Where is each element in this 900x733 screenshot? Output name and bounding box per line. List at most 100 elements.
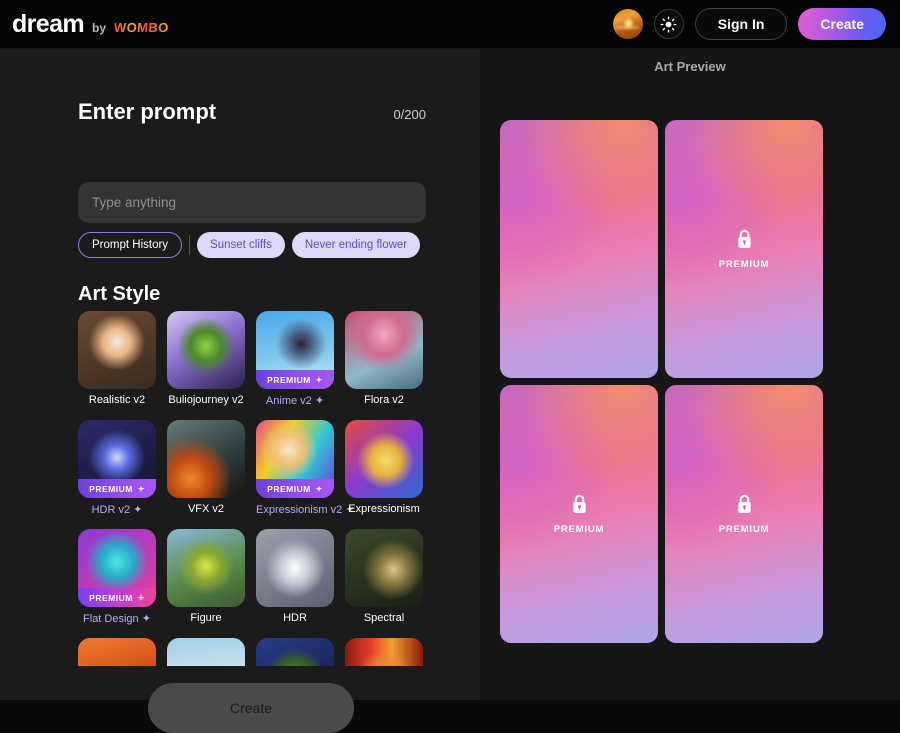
suggestion-chip-list: Sunset cliffsNever ending flowerFire and… (197, 231, 426, 258)
art-preview-card[interactable]: PREMIUM (500, 385, 658, 643)
cartoon-figure-thumbnail (167, 529, 245, 607)
create-button[interactable]: Create (148, 683, 354, 733)
art-style-label: VFX v2 (187, 503, 225, 515)
art-style-grid: Realistic v2 Buliojourney v2 PREMIUM Anime … (78, 311, 426, 666)
header-create-button[interactable]: Create (798, 8, 886, 40)
art-style-item[interactable]: Expressionism (345, 420, 423, 516)
prompt-history-chip[interactable]: Prompt History (78, 231, 183, 258)
premium-badge: PREMIUM (78, 588, 156, 607)
premium-lock-overlay: PREMIUM (665, 493, 823, 535)
art-style-label: Flat Design ✦ (83, 613, 151, 625)
premium-lock-label: PREMIUM (553, 524, 605, 535)
orange-desert-thumbnail (78, 638, 156, 666)
blue-yeti-thumbnail: PREMIUM (78, 529, 156, 607)
premium-badge-label: PREMIUM (267, 483, 311, 494)
sign-in-button[interactable]: Sign In (694, 8, 788, 40)
premium-badge: PREMIUM (256, 479, 334, 498)
art-style-item[interactable] (78, 638, 156, 666)
premium-badge-label: PREMIUM (89, 483, 133, 494)
suggestion-chip[interactable]: Never ending flower (291, 231, 421, 258)
art-style-item[interactable]: HDR (256, 529, 334, 625)
prompt-title: Enter prompt (78, 99, 217, 124)
right-panel: Art Preview PREMIUM PREMIUM PREMIUM (480, 49, 900, 700)
premium-badge: PREMIUM (78, 479, 156, 498)
art-style-label: Figure (190, 612, 222, 624)
suggestion-chip[interactable]: Sunset cliffs (197, 231, 285, 258)
thumbnail-image (345, 311, 423, 389)
anime-girl-thumbnail: PREMIUM (256, 311, 334, 389)
premium-badge: PREMIUM (256, 370, 334, 389)
art-preview-card[interactable] (500, 120, 658, 378)
art-style-item[interactable]: Spectral (345, 529, 423, 625)
art-style-item[interactable] (345, 638, 423, 666)
art-style-item[interactable] (167, 638, 245, 666)
thumbnail-image (78, 311, 156, 389)
left-panel: Enter prompt 0/200 Prompt History Sunset… (0, 49, 480, 733)
prompt-input[interactable] (78, 182, 426, 223)
art-style-item[interactable]: PREMIUM HDR v2 ✦ (78, 420, 156, 516)
brand-logo[interactable]: dream by WOMBO (12, 10, 169, 39)
art-style-label: Anime v2 ✦ (265, 395, 325, 407)
prompt-character-counter: 0/200 (393, 107, 426, 122)
sparkle-icon (137, 593, 145, 601)
art-style-item[interactable] (256, 638, 334, 666)
thumbnail-image (345, 638, 423, 666)
app-header: dream by WOMBO Sign In Create (0, 0, 900, 49)
art-style-label: HDR v2 ✦ (91, 504, 143, 516)
sparkle-icon (137, 484, 145, 492)
thumbnail-image (167, 420, 245, 498)
sparkle-icon (315, 484, 323, 492)
thumbnail-image (256, 638, 334, 666)
thumbnail-image (167, 638, 245, 666)
lock-icon (737, 229, 751, 248)
thumbnail-image (167, 311, 245, 389)
thumbnail-image (345, 420, 423, 498)
lightning-orb-thumbnail: PREMIUM (78, 420, 156, 498)
sparkle-icon (315, 375, 323, 383)
chips-divider (189, 234, 191, 255)
art-style-item[interactable]: PREMIUM Expressionism v2 ✦ (256, 420, 355, 516)
art-style-title: Art Style (78, 283, 161, 305)
art-style-label: Flora v2 (364, 394, 404, 406)
bird-fire-thumbnail (167, 420, 245, 498)
metal-shape-thumbnail (256, 529, 334, 607)
sun-icon (660, 15, 677, 33)
premium-lock-overlay: PREMIUM (500, 493, 658, 535)
art-preview-card[interactable]: PREMIUM (665, 120, 823, 378)
art-style-item[interactable]: Flora v2 (345, 311, 423, 407)
premium-badge-label: PREMIUM (89, 592, 133, 603)
floral-portrait-thumbnail (345, 311, 423, 389)
colorful-face-thumbnail: PREMIUM (256, 420, 334, 498)
premium-badge-label: PREMIUM (267, 374, 311, 385)
art-style-item[interactable]: Realistic v2 (78, 311, 156, 407)
premium-lock-overlay: PREMIUM (665, 228, 823, 270)
theme-toggle-button[interactable] (653, 9, 684, 39)
art-preview-title: Art Preview (654, 59, 726, 74)
art-style-item[interactable]: PREMIUM Flat Design ✦ (78, 529, 156, 625)
art-style-label: Buliojourney v2 (168, 394, 244, 406)
premium-lock-label: PREMIUM (718, 259, 770, 270)
art-style-item[interactable]: PREMIUM Anime v2 ✦ (256, 311, 334, 407)
prompt-header: Enter prompt 0/200 (78, 99, 426, 125)
art-style-item[interactable]: VFX v2 (167, 420, 245, 516)
art-style-label: Spectral (363, 612, 405, 624)
brand-by-label: by (92, 20, 107, 35)
red-curtain-thumbnail (345, 638, 423, 666)
thumbnail-image (256, 529, 334, 607)
art-style-item[interactable]: Buliojourney v2 (167, 311, 245, 407)
avatar[interactable] (612, 9, 643, 39)
art-style-item[interactable]: Figure (167, 529, 245, 625)
lock-icon (572, 494, 586, 513)
prompt-suggestions-row: Prompt History Sunset cliffs Never ending… (78, 231, 426, 258)
art-preview-card[interactable]: PREMIUM (665, 385, 823, 643)
polar-bear-thumbnail (345, 420, 423, 498)
art-style-label: Expressionism v2 ✦ (256, 504, 355, 516)
kitten-thumbnail (78, 311, 156, 389)
art-preview-grid: PREMIUM PREMIUM PREMIUM (500, 120, 823, 643)
brand-partner-label: WOMBO (113, 19, 170, 35)
art-style-label: HDR (283, 612, 307, 624)
green-mask-thumbnail (256, 638, 334, 666)
main-stage: Enter prompt 0/200 Prompt History Sunset… (0, 49, 900, 733)
brand-name: dream (12, 9, 85, 38)
art-style-scroll-area[interactable]: Realistic v2 Buliojourney v2 PREMIUM Anime … (78, 311, 426, 666)
